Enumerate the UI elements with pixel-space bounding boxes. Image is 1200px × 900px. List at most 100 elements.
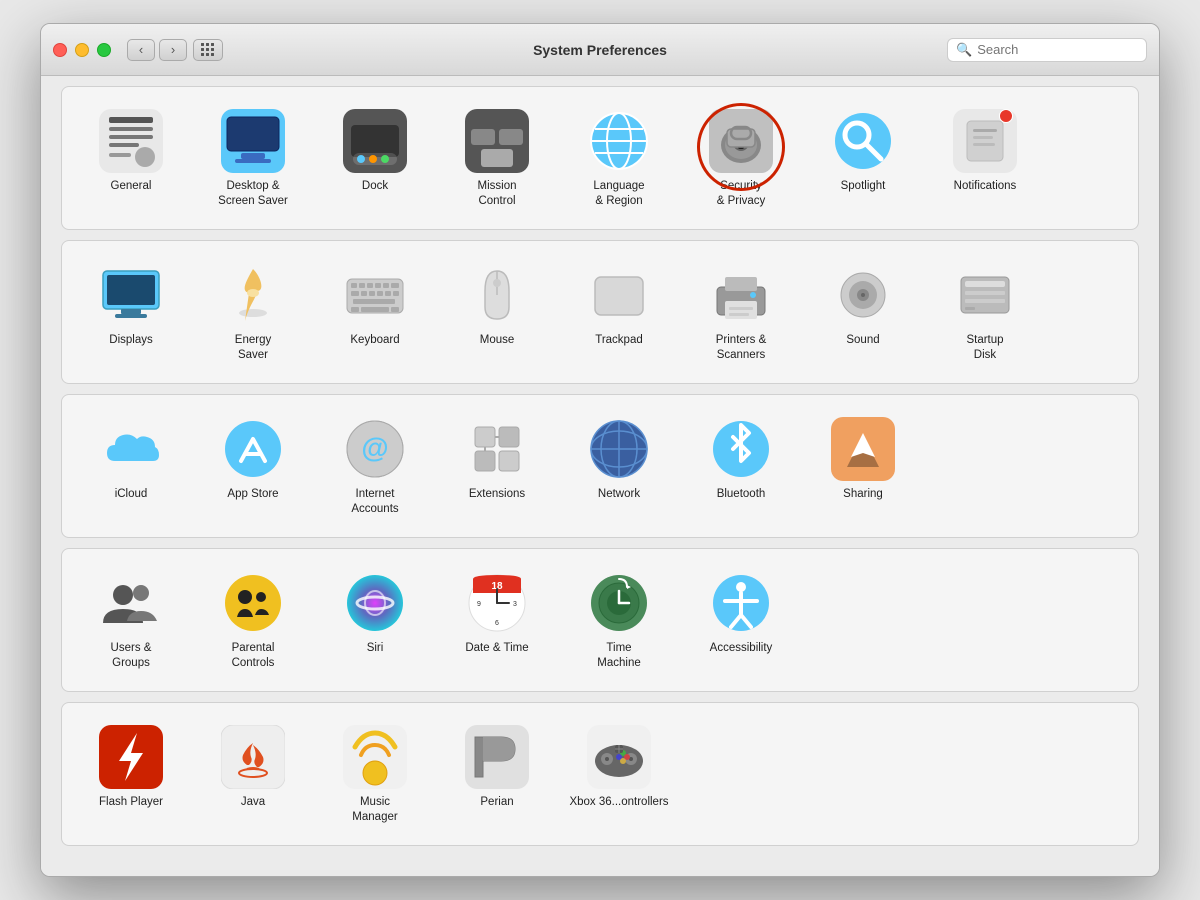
svg-text:6: 6 <box>495 620 499 627</box>
desktop-icon <box>221 109 285 173</box>
pref-item-mouse[interactable]: Mouse <box>438 255 556 369</box>
pref-item-network[interactable]: Network <box>560 409 678 523</box>
pref-item-xbox[interactable]: Xbox 36...ontrollers <box>560 717 678 831</box>
pref-item-extensions[interactable]: Extensions <box>438 409 556 523</box>
icloud-icon <box>99 417 163 481</box>
desktop-label: Desktop &Screen Saver <box>218 179 288 209</box>
nav-buttons: ‹ › <box>127 39 187 61</box>
xbox-label: Xbox 36...ontrollers <box>569 795 668 810</box>
trackpad-icon <box>587 263 651 327</box>
maximize-button[interactable] <box>97 43 111 57</box>
accessibility-icon <box>709 571 773 635</box>
datetime-icon: 12 3 6 9 18 <box>465 571 529 635</box>
pref-item-mission[interactable]: MissionControl <box>438 101 556 215</box>
java-label: Java <box>241 795 265 810</box>
network-icon <box>587 417 651 481</box>
general-icon <box>99 109 163 173</box>
pref-item-sharing[interactable]: Sharing <box>804 409 922 523</box>
close-button[interactable] <box>53 43 67 57</box>
mission-icon <box>465 109 529 173</box>
pref-item-accessibility[interactable]: Accessibility <box>682 563 800 677</box>
pref-item-energy[interactable]: EnergySaver <box>194 255 312 369</box>
pref-item-notifications[interactable]: Notifications <box>926 101 1044 215</box>
siri-label: Siri <box>367 641 384 656</box>
users-label: Users &Groups <box>111 641 152 671</box>
pref-item-bluetooth[interactable]: Bluetooth <box>682 409 800 523</box>
network-label: Network <box>598 487 640 502</box>
internet-accounts-label: InternetAccounts <box>351 487 398 517</box>
extensions-icon <box>465 417 529 481</box>
bluetooth-label: Bluetooth <box>717 487 766 502</box>
sound-label: Sound <box>846 333 879 348</box>
flash-label: Flash Player <box>99 795 163 810</box>
general-label: General <box>111 179 152 194</box>
java-icon <box>221 725 285 789</box>
mission-label: MissionControl <box>478 179 517 209</box>
pref-item-keyboard[interactable]: Keyboard <box>316 255 434 369</box>
music-icon <box>343 725 407 789</box>
startup-icon <box>953 263 1017 327</box>
back-button[interactable]: ‹ <box>127 39 155 61</box>
pref-item-sound[interactable]: Sound <box>804 255 922 369</box>
pref-item-internet-accounts[interactable]: @ InternetAccounts <box>316 409 434 523</box>
pref-item-spotlight[interactable]: Spotlight <box>804 101 922 215</box>
timemachine-label: TimeMachine <box>597 641 640 671</box>
content-area: General Desktop &Screen Saver <box>41 76 1159 875</box>
pref-item-appstore[interactable]: App Store <box>194 409 312 523</box>
keyboard-label: Keyboard <box>350 333 399 348</box>
search-icon: 🔍 <box>956 42 972 58</box>
pref-item-music[interactable]: MusicManager <box>316 717 434 831</box>
printers-icon <box>709 263 773 327</box>
notifications-icon <box>953 109 1017 173</box>
pref-item-java[interactable]: Java <box>194 717 312 831</box>
pref-item-displays[interactable]: Displays <box>72 255 190 369</box>
security-icon <box>709 109 773 173</box>
pref-item-dock[interactable]: Dock <box>316 101 434 215</box>
energy-icon <box>221 263 285 327</box>
parental-label: ParentalControls <box>232 641 275 671</box>
personal-grid: General Desktop &Screen Saver <box>72 101 1128 215</box>
printers-label: Printers &Scanners <box>716 333 767 363</box>
pref-item-security[interactable]: Security& Privacy <box>682 101 800 215</box>
hardware-grid: Displays EnergySaver <box>72 255 1128 369</box>
pref-item-perian[interactable]: Perian <box>438 717 556 831</box>
mouse-icon <box>465 263 529 327</box>
forward-button[interactable]: › <box>159 39 187 61</box>
pref-item-timemachine[interactable]: TimeMachine <box>560 563 678 677</box>
pref-item-users[interactable]: Users &Groups <box>72 563 190 677</box>
pref-item-general[interactable]: General <box>72 101 190 215</box>
pref-item-desktop[interactable]: Desktop &Screen Saver <box>194 101 312 215</box>
grid-view-button[interactable] <box>193 39 223 61</box>
search-input[interactable] <box>977 42 1138 57</box>
svg-text:@: @ <box>361 432 388 463</box>
sharing-icon <box>831 417 895 481</box>
search-box[interactable]: 🔍 <box>947 38 1147 62</box>
notifications-label: Notifications <box>954 179 1017 194</box>
system-preferences-window: ‹ › System Preferences 🔍 <box>40 23 1160 876</box>
security-label: Security& Privacy <box>717 179 766 209</box>
svg-text:9: 9 <box>477 601 481 608</box>
displays-icon <box>99 263 163 327</box>
section-system: Users &Groups ParentalControls <box>61 548 1139 692</box>
pref-item-language[interactable]: Language& Region <box>560 101 678 215</box>
pref-item-datetime[interactable]: 12 3 6 9 18 Date & Time <box>438 563 556 677</box>
startup-label: StartupDisk <box>966 333 1003 363</box>
siri-icon <box>343 571 407 635</box>
minimize-button[interactable] <box>75 43 89 57</box>
perian-label: Perian <box>480 795 513 810</box>
appstore-icon <box>221 417 285 481</box>
pref-item-printers[interactable]: Printers &Scanners <box>682 255 800 369</box>
pref-item-startup[interactable]: StartupDisk <box>926 255 1044 369</box>
sharing-label: Sharing <box>843 487 883 502</box>
language-label: Language& Region <box>593 179 644 209</box>
svg-text:3: 3 <box>513 601 517 608</box>
spotlight-label: Spotlight <box>841 179 886 194</box>
pref-item-trackpad[interactable]: Trackpad <box>560 255 678 369</box>
pref-item-siri[interactable]: Siri <box>316 563 434 677</box>
music-label: MusicManager <box>352 795 397 825</box>
pref-item-flash[interactable]: Flash Player <box>72 717 190 831</box>
pref-item-icloud[interactable]: iCloud <box>72 409 190 523</box>
energy-label: EnergySaver <box>235 333 271 363</box>
language-icon <box>587 109 651 173</box>
pref-item-parental[interactable]: ParentalControls <box>194 563 312 677</box>
